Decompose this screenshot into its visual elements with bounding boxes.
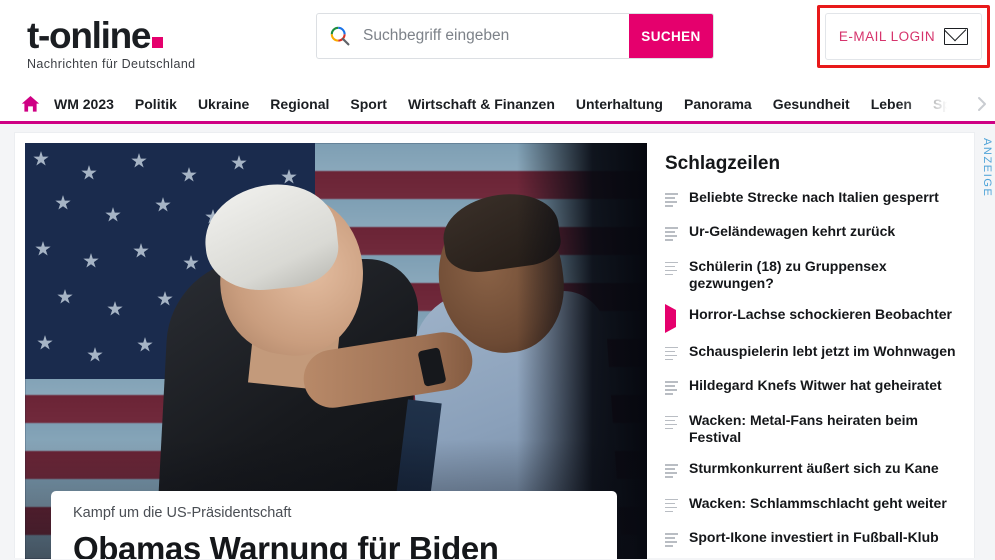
nav-item-spiele[interactable]: Spiele [933,96,974,112]
search-icon [317,14,363,58]
headline-list-item[interactable]: Schülerin (18) zu Gruppensex gezwungen? [665,258,958,292]
email-login-label: E-MAIL LOGIN [838,29,936,44]
main-navigation: WM 2023 Politik Ukraine Regional Sport W… [0,86,995,124]
site-header: t-online Nachrichten für Deutschland SUC… [0,0,995,86]
text-icon [665,529,679,549]
headline-label: Wacken: Schlammschlacht geht weiter [689,494,947,511]
headline-list-item[interactable]: Schauspielerin lebt jetzt im Wohnwagen [665,343,958,363]
headline-list-item[interactable]: Sturmkonkurrent äußert sich zu Kane [665,460,958,480]
text-icon [665,377,679,397]
headline-label: Ur-Geländewagen kehrt zurück [689,223,896,240]
hero-headline: Obamas Warnung für Biden [73,530,499,559]
logo-wordmark: t-online [27,14,257,56]
logo-text: t-online [27,14,151,56]
text-icon [665,495,679,515]
hero-kicker: Kampf um die US-Präsidentschaft [73,505,292,521]
headline-label: Schülerin (18) zu Gruppensex gezwungen? [689,257,887,291]
headline-label: Sturmkonkurrent äußert sich zu Kane [689,460,939,477]
headline-label: Hildegard Knefs Witwer hat geheiratet [689,377,942,394]
headline-list-item[interactable]: Sport-Ikone investiert in Fußball-Klub [665,529,958,549]
headline-list-item[interactable]: Wacken: Metal-Fans heiraten beim Festiva… [665,412,958,446]
search-input[interactable] [363,14,629,58]
nav-item-ukraine[interactable]: Ukraine [198,96,249,112]
hero-text-card[interactable]: Kampf um die US-Präsidentschaft Obamas W… [51,491,617,559]
headline-label: Horror-Lachse schockieren Beobachter [689,306,952,323]
logo-tagline: Nachrichten für Deutschland [27,56,196,71]
content-card: Kampf um die US-Präsidentschaft Obamas W… [14,132,975,559]
headline-list-item[interactable]: Ur-Geländewagen kehrt zurück [665,223,958,243]
nav-item-list: WM 2023 Politik Ukraine Regional Sport W… [54,96,995,112]
nav-item-leben[interactable]: Leben [871,96,912,112]
headline-list-item[interactable]: Wacken: Schlammschlacht geht weiter [665,495,958,515]
home-icon[interactable] [21,95,40,113]
hero-article[interactable]: Kampf um die US-Präsidentschaft Obamas W… [25,143,647,559]
nav-item-unterhaltung[interactable]: Unterhaltung [576,96,663,112]
nav-item-panorama[interactable]: Panorama [684,96,752,112]
nav-item-wm-2023[interactable]: WM 2023 [54,96,114,112]
headline-label: Sport-Ikone investiert in Fußball-Klub [689,529,939,546]
nav-item-regional[interactable]: Regional [270,96,329,112]
search-submit-button[interactable]: SUCHEN [629,14,713,58]
text-icon [665,412,679,432]
envelope-icon [944,28,969,45]
nav-item-sport[interactable]: Sport [350,96,387,112]
text-icon [665,343,679,363]
main-content-area: Kampf um die US-Präsidentschaft Obamas W… [0,124,995,559]
chevron-right-icon[interactable] [973,95,991,113]
nav-item-politik[interactable]: Politik [135,96,177,112]
headline-list-item[interactable]: Horror-Lachse schockieren Beobachter [665,304,958,334]
video-icon [665,304,679,334]
nav-item-gesundheit[interactable]: Gesundheit [773,96,850,112]
headline-label: Wacken: Metal-Fans heiraten beim Festiva… [689,411,918,445]
ad-rail-label: ANZEIGE [981,138,993,198]
email-login-button[interactable]: E-MAIL LOGIN [825,13,982,60]
text-icon [665,460,679,480]
site-logo[interactable]: t-online Nachrichten für Deutschland [27,14,257,71]
logo-dot-icon [152,36,164,48]
headline-label: Schauspielerin lebt jetzt im Wohnwagen [689,342,956,359]
text-icon [665,189,679,209]
text-icon [665,258,679,278]
headlines-title: Schlagzeilen [665,153,781,174]
nav-item-wirtschaft[interactable]: Wirtschaft & Finanzen [408,96,555,112]
search-bar[interactable]: SUCHEN [316,13,714,59]
headline-list-item[interactable]: Beliebte Strecke nach Italien gesperrt [665,189,958,209]
headline-label: Beliebte Strecke nach Italien gesperrt [689,189,939,205]
headline-list-item[interactable]: Hildegard Knefs Witwer hat geheiratet [665,377,958,397]
text-icon [665,223,679,243]
headlines-sidebar: Schlagzeilen Beliebte Strecke nach Itali… [647,133,974,558]
